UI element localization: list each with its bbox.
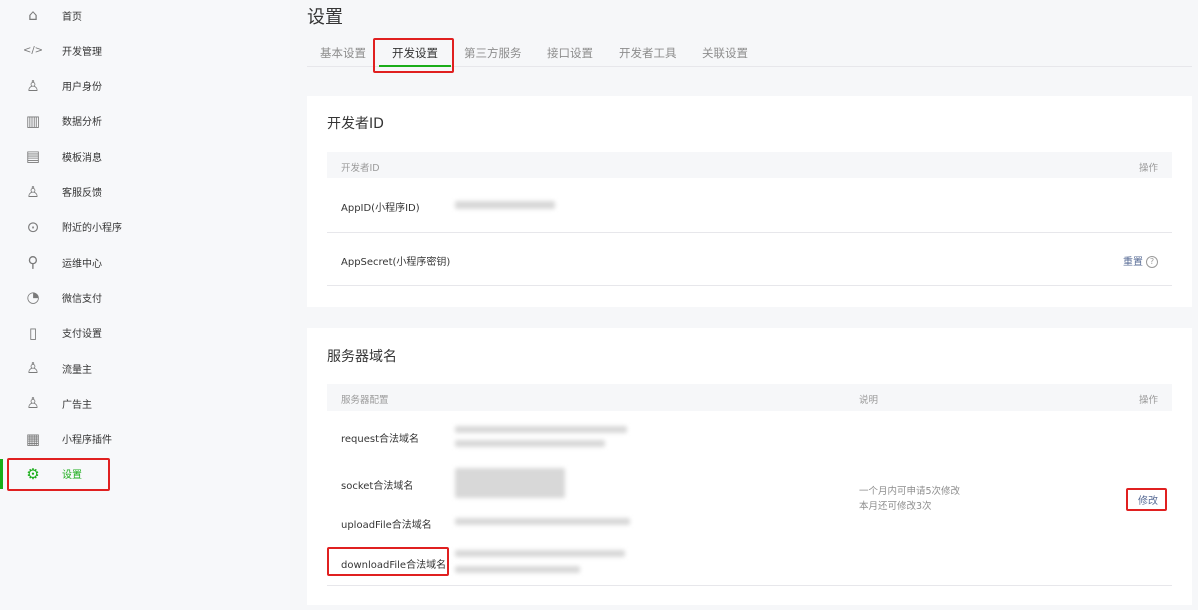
column-header: 操作 [1139,392,1158,406]
table-header: 服务器配置 说明 操作 [327,384,1172,411]
location-icon: ⊙ [24,218,42,236]
developer-id-card: 开发者ID 开发者ID 操作 AppID(小程序ID) AppSecret(小程… [307,96,1192,307]
wrench-icon: ⚲ [24,253,42,271]
appsecret-label: AppSecret(小程序密钥) [341,253,450,268]
chart-icon: ▥ [24,112,42,130]
tab-bar: 基本设置 开发设置 第三方服务 接口设置 开发者工具 关联设置 [307,40,1192,67]
traffic-owner-icon: ♙ [24,359,42,377]
domain-value-redacted [455,566,580,573]
sidebar-item-label: 附近的小程序 [62,219,122,234]
domain-value-redacted [455,426,627,433]
sidebar-item-label: 开发管理 [62,43,102,58]
sidebar-item[interactable]: ▥ 数据分析 [0,106,290,136]
sidebar-item-label: 运维中心 [62,255,102,270]
reset-link[interactable]: 重置? [1123,253,1158,268]
sidebar-item-label: 小程序插件 [62,431,112,446]
sidebar-item-label: 首页 [62,8,82,23]
request-domain-label: request合法域名 [341,430,419,445]
divider [327,585,1172,586]
section-title: 服务器域名 [327,346,397,366]
sidebar-item-label: 广告主 [62,396,92,411]
sidebar-item-label: 设置 [62,466,82,481]
desc-line: 一个月内可申请5次修改 [859,484,960,499]
domain-value-redacted [455,468,565,498]
column-header: 服务器配置 [341,392,389,406]
sidebar-item-label: 数据分析 [62,113,102,128]
sidebar-item[interactable]: ▯ 支付设置 [0,318,290,348]
sidebar-item[interactable]: ▤ 模板消息 [0,141,290,171]
download-domain-label: downloadFile合法域名 [341,556,446,571]
reset-label: 重置 [1123,257,1143,268]
section-title: 开发者ID [327,113,384,133]
sidebar-item[interactable]: ♙ 用户身份 [0,71,290,101]
sidebar-item-label: 流量主 [62,361,92,376]
sidebar: ⌂ 首页 </> 开发管理 ♙ 用户身份 ▥ 数据分析 ▤ 模板消息 ♙ 客服反馈 ⊙ 附近的小程序 ⚲ 运维… [0,0,290,610]
document-icon: ▤ [24,147,42,165]
sidebar-item-label: 模板消息 [62,149,102,164]
active-tab-underline [379,65,451,67]
sidebar-item[interactable]: </> 开发管理 [0,35,290,65]
advertiser-icon: ♙ [24,394,42,412]
upload-domain-label: uploadFile合法域名 [341,516,432,531]
payment-settings-icon: ▯ [24,324,42,342]
customer-service-icon: ♙ [24,183,42,201]
sidebar-item[interactable]: ⊙ 附近的小程序 [0,212,290,242]
divider [327,232,1172,233]
plugin-icon: ▦ [24,430,42,448]
tab-dev-tools[interactable]: 开发者工具 [619,45,677,61]
sidebar-item-label: 用户身份 [62,78,102,93]
column-header: 操作 [1139,160,1158,174]
table-header: 开发者ID 操作 [327,152,1172,178]
wechat-pay-icon: ◔ [24,288,42,306]
active-indicator [0,459,3,489]
sidebar-item[interactable]: ◔ 微信支付 [0,282,290,312]
sidebar-item-label: 支付设置 [62,325,102,340]
modify-link[interactable]: 修改 [1138,492,1158,507]
appid-label: AppID(小程序ID) [341,199,420,214]
socket-domain-label: socket合法域名 [341,477,413,492]
sidebar-item-label: 微信支付 [62,290,102,305]
sidebar-item[interactable]: ▦ 小程序插件 [0,424,290,454]
sidebar-item-label: 客服反馈 [62,184,102,199]
tab-api-settings[interactable]: 接口设置 [547,45,593,61]
server-domain-card: 服务器域名 服务器配置 说明 操作 request合法域名 socket合法域名… [307,328,1192,605]
tab-dev-settings[interactable]: 开发设置 [392,45,438,61]
tab-basic-settings[interactable]: 基本设置 [320,45,366,61]
tab-associated-settings[interactable]: 关联设置 [702,45,748,61]
page-title: 设置 [307,3,343,29]
modify-limit-description: 一个月内可申请5次修改 本月还可修改3次 [859,484,960,514]
help-icon[interactable]: ? [1146,256,1158,268]
column-header: 说明 [859,392,878,406]
column-header: 开发者ID [341,160,380,174]
sidebar-item[interactable]: ⚙ 设置 [0,459,290,489]
domain-value-redacted [455,550,625,557]
tab-third-party[interactable]: 第三方服务 [464,45,522,61]
home-icon: ⌂ [24,6,42,24]
divider [327,285,1172,286]
domain-value-redacted [455,518,630,525]
sidebar-item[interactable]: ♙ 广告主 [0,388,290,418]
sidebar-item[interactable]: ♙ 流量主 [0,353,290,383]
sidebar-item[interactable]: ♙ 客服反馈 [0,177,290,207]
domain-value-redacted [455,440,605,447]
code-icon: </> [24,41,42,59]
sidebar-item[interactable]: ⌂ 首页 [0,0,290,30]
desc-line: 本月还可修改3次 [859,499,960,514]
gear-icon: ⚙ [24,465,42,483]
sidebar-item[interactable]: ⚲ 运维中心 [0,247,290,277]
user-icon: ♙ [24,77,42,95]
appid-value-redacted [455,201,555,209]
